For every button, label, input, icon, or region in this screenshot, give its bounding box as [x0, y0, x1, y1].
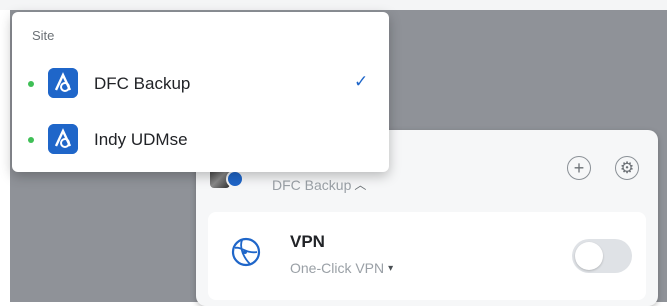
site-dropdown: Site DFC Backup ✓ Indy UDMse	[12, 12, 389, 172]
check-icon: ✓	[354, 72, 369, 91]
unifi-site-icon	[48, 68, 78, 98]
current-site-label: DFC Backup	[272, 176, 352, 193]
plus-icon: +	[573, 158, 585, 178]
vpn-card: VPN One-Click VPN ▾	[208, 212, 646, 300]
vpn-mode-selector[interactable]: One-Click VPN ▾	[290, 260, 393, 276]
vpn-globe-icon	[231, 237, 261, 267]
online-status-dot	[28, 81, 34, 87]
unifi-site-icon	[48, 124, 78, 154]
chevron-up-icon: ︿	[354, 178, 367, 192]
gear-icon: ⚙	[619, 160, 635, 177]
site-name: Indy UDMse	[94, 130, 188, 149]
chevron-down-icon: ▾	[388, 262, 394, 274]
site-switcher[interactable]: DFC Backup ︿	[272, 176, 366, 193]
settings-button[interactable]: ⚙	[615, 156, 639, 180]
vpn-mode-label: One-Click VPN	[290, 260, 385, 276]
vpn-title: VPN	[290, 232, 325, 251]
site-item-dfc-backup[interactable]: DFC Backup ✓	[12, 60, 389, 108]
toggle-knob	[575, 242, 603, 270]
online-status-dot	[28, 137, 34, 143]
top-strip	[0, 0, 667, 10]
site-item-indy-udmse[interactable]: Indy UDMse	[12, 116, 389, 164]
site-badge-icon	[226, 170, 244, 188]
add-button[interactable]: +	[567, 156, 591, 180]
vpn-toggle[interactable]	[572, 239, 632, 273]
site-name: DFC Backup	[94, 74, 191, 93]
site-dropdown-label: Site	[32, 28, 55, 43]
